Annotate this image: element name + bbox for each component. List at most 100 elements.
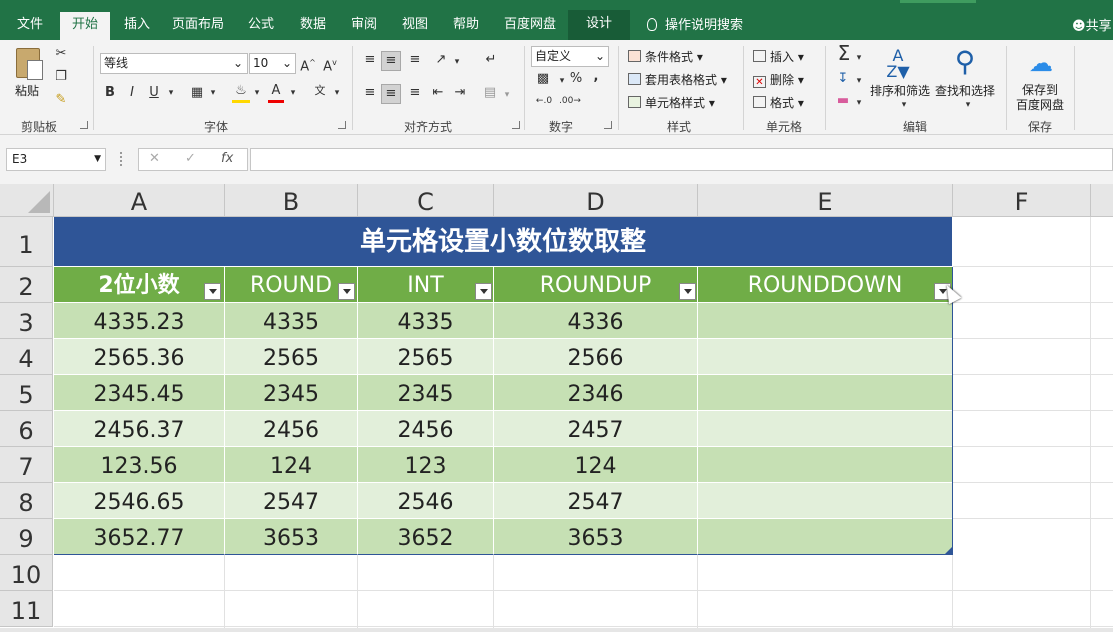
- tell-me-search[interactable]: 操作说明搜索: [647, 14, 743, 33]
- font-size-select[interactable]: 10 ⌄: [249, 53, 296, 74]
- data-cell[interactable]: 124: [225, 447, 358, 483]
- formula-input[interactable]: [250, 148, 1113, 171]
- font-name-select[interactable]: 等线 ⌄: [100, 53, 248, 74]
- header-cell-c2[interactable]: INT: [358, 267, 494, 303]
- clear-icon[interactable]: ▬: [833, 92, 853, 110]
- data-cell[interactable]: 3652.77: [54, 519, 225, 555]
- copy-icon[interactable]: ❐: [52, 68, 70, 86]
- cancel-icon[interactable]: ✕: [149, 151, 160, 166]
- chevron-down-icon[interactable]: ▾: [854, 94, 864, 112]
- data-cell[interactable]: 2345: [358, 375, 494, 411]
- underline-button[interactable]: U: [146, 84, 162, 102]
- align-center-icon[interactable]: ≡: [381, 84, 401, 104]
- tab-page-layout[interactable]: 页面布局: [166, 14, 230, 40]
- name-box[interactable]: E3 ▼: [6, 148, 106, 171]
- data-cell[interactable]: 2346: [494, 375, 698, 411]
- data-cell[interactable]: 2456: [358, 411, 494, 447]
- data-cell[interactable]: [698, 375, 953, 411]
- increase-decimal-icon[interactable]: ←.0: [532, 92, 556, 110]
- data-cell[interactable]: 124: [494, 447, 698, 483]
- alignment-launcher-icon[interactable]: [512, 121, 520, 129]
- row-header-7[interactable]: 7: [0, 447, 53, 483]
- column-header-a[interactable]: A: [54, 184, 225, 217]
- decrease-font-icon[interactable]: Av: [322, 54, 338, 76]
- row-header-1[interactable]: 1: [0, 217, 53, 267]
- column-header-d[interactable]: D: [494, 184, 698, 217]
- chevron-down-icon[interactable]: ▾: [252, 84, 262, 102]
- tab-baidu-netdisk[interactable]: 百度网盘: [498, 14, 562, 40]
- borders-icon[interactable]: ▦: [188, 84, 206, 102]
- horizontal-scrollbar[interactable]: [0, 628, 1113, 632]
- font-color-icon[interactable]: A: [268, 82, 284, 103]
- filter-dropdown-icon[interactable]: [204, 283, 221, 300]
- column-header-b[interactable]: B: [225, 184, 358, 217]
- data-cell[interactable]: 2456.37: [54, 411, 225, 447]
- cell-styles-button[interactable]: 单元格样式 ▾: [628, 94, 715, 111]
- autosum-icon[interactable]: Σ: [833, 43, 855, 63]
- data-cell[interactable]: [698, 339, 953, 375]
- delete-cells-button[interactable]: ✕ 删除 ▾: [753, 71, 804, 88]
- enter-icon[interactable]: ✓: [185, 151, 196, 166]
- tab-formulas[interactable]: 公式: [240, 14, 282, 40]
- bold-button[interactable]: B: [102, 84, 118, 102]
- row-header-5[interactable]: 5: [0, 375, 53, 411]
- row-header-10[interactable]: 10: [0, 555, 53, 591]
- data-cell[interactable]: 2345.45: [54, 375, 225, 411]
- font-launcher-icon[interactable]: [338, 121, 346, 129]
- sheet-title[interactable]: 单元格设置小数位数取整: [54, 217, 953, 267]
- data-cell[interactable]: [698, 447, 953, 483]
- chevron-down-icon[interactable]: ▾: [854, 49, 864, 67]
- data-cell[interactable]: 2566: [494, 339, 698, 375]
- filter-dropdown-icon[interactable]: [338, 283, 355, 300]
- data-cell[interactable]: 2547: [225, 483, 358, 519]
- chevron-down-icon[interactable]: ▾: [557, 72, 567, 90]
- header-cell-b2[interactable]: ROUND: [225, 267, 358, 303]
- data-cell[interactable]: 2345: [225, 375, 358, 411]
- decrease-indent-icon[interactable]: ⇤: [428, 84, 448, 102]
- paste-button[interactable]: 粘贴: [15, 82, 39, 99]
- chevron-down-icon[interactable]: ▾: [452, 53, 462, 71]
- percent-button[interactable]: %: [568, 70, 584, 88]
- header-cell-a2[interactable]: 2位小数: [54, 267, 225, 303]
- column-header-f[interactable]: F: [953, 184, 1091, 217]
- data-cell[interactable]: 2457: [494, 411, 698, 447]
- merge-center-icon[interactable]: ▤: [481, 84, 499, 102]
- row-header-2[interactable]: 2: [0, 267, 53, 303]
- cut-icon[interactable]: ✂: [52, 45, 70, 63]
- column-header-c[interactable]: C: [358, 184, 494, 217]
- italic-button[interactable]: I: [124, 84, 140, 102]
- data-cell[interactable]: 123: [358, 447, 494, 483]
- decrease-decimal-icon[interactable]: .00→: [558, 92, 582, 110]
- data-cell[interactable]: 4335.23: [54, 303, 225, 339]
- column-header-g[interactable]: [1091, 184, 1113, 217]
- format-painter-icon[interactable]: ✎: [52, 91, 70, 109]
- orientation-icon[interactable]: ↗: [430, 51, 452, 69]
- phonetic-icon[interactable]: 文: [310, 82, 330, 100]
- align-left-icon[interactable]: ≡: [360, 84, 380, 102]
- row-header-9[interactable]: 9: [0, 519, 53, 555]
- sort-filter-icon[interactable]: A Z▼: [880, 48, 916, 82]
- chevron-down-icon[interactable]: ▾: [899, 96, 909, 114]
- data-cell[interactable]: [698, 519, 953, 555]
- data-cell[interactable]: 123.56: [54, 447, 225, 483]
- filter-dropdown-icon[interactable]: [475, 283, 492, 300]
- share-button[interactable]: ☻共享: [1072, 15, 1112, 34]
- data-cell[interactable]: 4336: [494, 303, 698, 339]
- data-cell-e3[interactable]: [698, 303, 953, 339]
- data-cell[interactable]: 4335: [225, 303, 358, 339]
- data-cell[interactable]: 3653: [494, 519, 698, 555]
- align-bottom-icon[interactable]: ≡: [405, 51, 425, 69]
- baidu-cloud-icon[interactable]: ☁: [1024, 48, 1058, 78]
- tab-review[interactable]: 审阅: [342, 14, 386, 40]
- insert-cells-button[interactable]: 插入 ▾: [753, 48, 804, 65]
- data-cell[interactable]: 2546.65: [54, 483, 225, 519]
- insert-function-icon[interactable]: fx: [221, 151, 233, 166]
- data-cell[interactable]: 2546: [358, 483, 494, 519]
- chevron-down-icon[interactable]: ▾: [166, 84, 176, 102]
- conditional-formatting-button[interactable]: 条件格式 ▾: [628, 48, 703, 65]
- chevron-down-icon[interactable]: ▾: [963, 96, 973, 114]
- chevron-down-icon[interactable]: ▾: [288, 84, 298, 102]
- data-cell[interactable]: 2565: [358, 339, 494, 375]
- number-format-select[interactable]: 自定义 ⌄: [531, 46, 609, 67]
- magnifier-icon[interactable]: ⚲: [949, 46, 981, 80]
